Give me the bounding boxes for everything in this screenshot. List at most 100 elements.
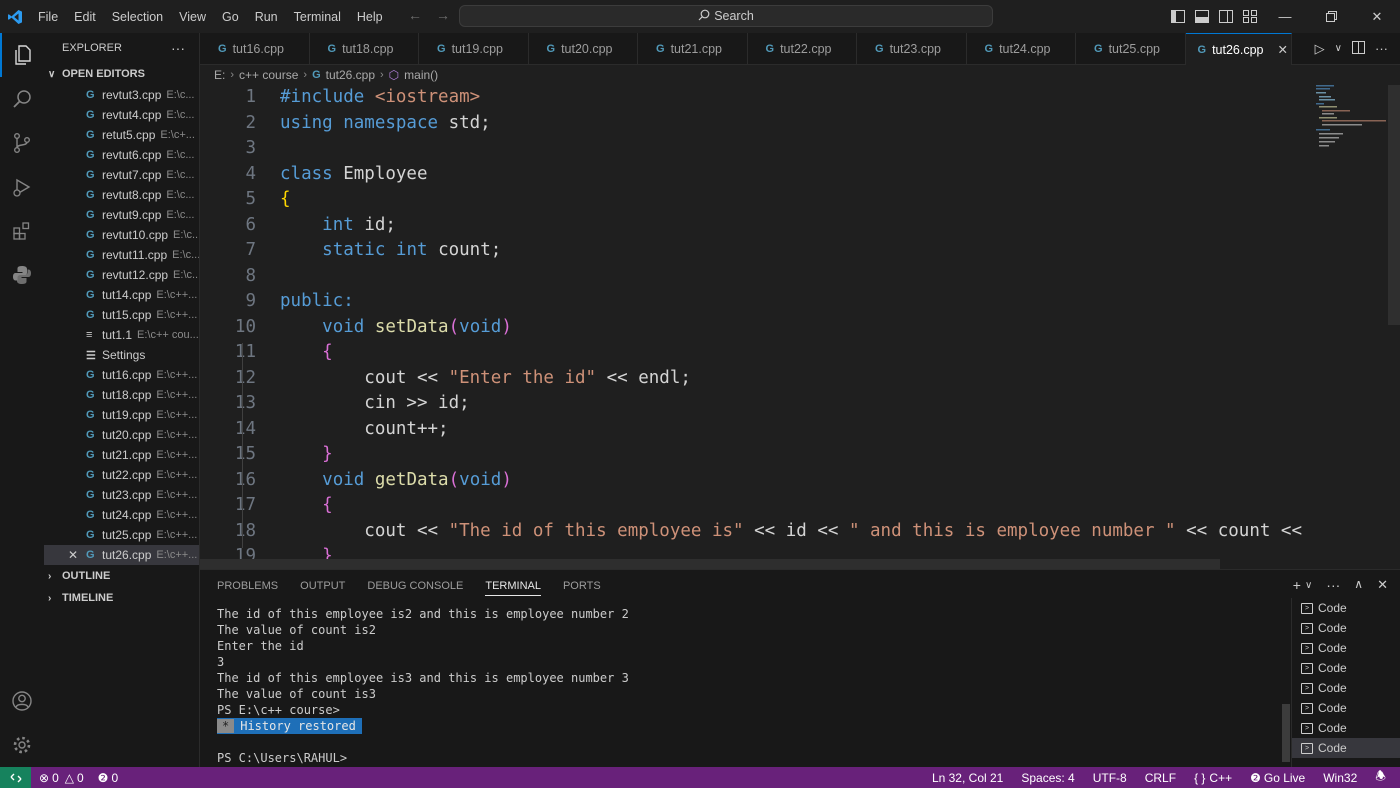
open-editor-item[interactable]: Gtut18.cppE:\c++...: [44, 385, 199, 405]
close-tab-icon[interactable]: ✕: [1278, 42, 1288, 57]
editor-horizontal-scrollbar[interactable]: [200, 559, 1220, 569]
terminal-prompt[interactable]: PS C:\Users\RAHUL>: [217, 750, 1277, 766]
indentation[interactable]: Spaces: 4: [1021, 771, 1074, 785]
code-line[interactable]: cin >> id;: [280, 391, 1310, 417]
open-editor-item[interactable]: Gretut5.cppE:\c+...: [44, 125, 199, 145]
search-icon[interactable]: [0, 77, 44, 121]
tab-ports[interactable]: PORTS: [563, 580, 601, 592]
more-actions-icon[interactable]: ···: [1326, 577, 1340, 593]
outline-header[interactable]: › OUTLINE: [44, 565, 199, 587]
toggle-panel-icon[interactable]: [1190, 0, 1214, 33]
notifications-bell-icon[interactable]: 🕭: [1375, 767, 1386, 788]
end-of-line[interactable]: CRLF: [1145, 771, 1176, 785]
breadcrumb-folder[interactable]: c++ course: [239, 68, 298, 82]
editor-tab[interactable]: Gtut19.cpp: [419, 33, 529, 65]
open-editor-item[interactable]: Grevtut8.cppE:\c...: [44, 185, 199, 205]
terminal-instance-item[interactable]: >Code: [1292, 738, 1400, 758]
chevron-down-icon[interactable]: ∨: [1305, 580, 1312, 593]
ports-indicator[interactable]: ❷ 0: [98, 771, 118, 785]
run-code-icon[interactable]: ▷: [1315, 41, 1325, 57]
open-editor-item[interactable]: Grevtut11.cppE:\c...: [44, 245, 199, 265]
code-line[interactable]: [280, 264, 1310, 290]
open-editor-item[interactable]: Grevtut9.cppE:\c...: [44, 205, 199, 225]
remote-indicator-icon[interactable]: [0, 767, 31, 788]
minimap[interactable]: [1316, 85, 1386, 155]
maximize-panel-icon[interactable]: ∧: [1354, 577, 1363, 593]
code-line[interactable]: int id;: [280, 213, 1310, 239]
terminal-instance-item[interactable]: >Code: [1292, 718, 1400, 738]
editor-tab[interactable]: Gtut21.cpp: [638, 33, 748, 65]
toggle-sidebar-icon[interactable]: [1166, 0, 1190, 33]
code-line[interactable]: [280, 136, 1310, 162]
accounts-icon[interactable]: [0, 679, 44, 723]
open-editor-item[interactable]: Gtut14.cppE:\c++...: [44, 285, 199, 305]
forward-arrow-icon[interactable]: →: [436, 7, 450, 23]
open-editor-item[interactable]: Grevtut6.cppE:\c...: [44, 145, 199, 165]
open-editor-item[interactable]: Gtut22.cppE:\c++...: [44, 465, 199, 485]
explorer-icon[interactable]: [0, 33, 44, 77]
open-editor-item[interactable]: Gtut25.cppE:\c++...: [44, 525, 199, 545]
editor-tab[interactable]: Gtut24.cpp: [967, 33, 1077, 65]
terminal-instance-item[interactable]: >Code: [1292, 658, 1400, 678]
editor-tab[interactable]: Gtut26.cpp✕: [1186, 33, 1292, 65]
menu-go[interactable]: Go: [214, 10, 247, 24]
timeline-header[interactable]: › TIMELINE: [44, 587, 199, 609]
python-icon[interactable]: [0, 253, 44, 297]
menu-terminal[interactable]: Terminal: [286, 10, 349, 24]
code-line[interactable]: {: [280, 493, 1310, 519]
more-actions-icon[interactable]: ···: [171, 40, 185, 56]
command-center-search[interactable]: Search: [459, 5, 993, 27]
terminal-instance-item[interactable]: >Code: [1292, 638, 1400, 658]
close-icon[interactable]: ✕: [1354, 0, 1400, 33]
editor-tab[interactable]: Gtut20.cpp: [529, 33, 639, 65]
encoding[interactable]: UTF-8: [1093, 771, 1127, 785]
code-lines[interactable]: #include <iostream>using namespace std;c…: [280, 85, 1310, 569]
split-editor-icon[interactable]: [1352, 41, 1365, 57]
editor-tab[interactable]: Gtut25.cpp: [1076, 33, 1186, 65]
code-line[interactable]: cout << "Enter the id" << endl;: [280, 366, 1310, 392]
chevron-down-icon[interactable]: ∨: [1335, 43, 1342, 54]
code-line[interactable]: {: [280, 340, 1310, 366]
source-control-icon[interactable]: [0, 121, 44, 165]
new-terminal-icon[interactable]: +: [1293, 577, 1301, 593]
terminal-instance-item[interactable]: >Code: [1292, 598, 1400, 618]
close-panel-icon[interactable]: ✕: [1377, 577, 1388, 593]
tab-debug-console[interactable]: DEBUG CONSOLE: [367, 580, 463, 592]
terminal-instance-item[interactable]: >Code: [1292, 618, 1400, 638]
open-editor-item[interactable]: Gtut24.cppE:\c++...: [44, 505, 199, 525]
platform[interactable]: Win32: [1323, 771, 1357, 785]
more-actions-icon[interactable]: ···: [1375, 41, 1388, 56]
open-editor-item[interactable]: Gtut21.cppE:\c++...: [44, 445, 199, 465]
terminal-instance-item[interactable]: >Code: [1292, 698, 1400, 718]
code-line[interactable]: count++;: [280, 417, 1310, 443]
menu-edit[interactable]: Edit: [66, 10, 104, 24]
open-editor-item[interactable]: Gtut16.cppE:\c++...: [44, 365, 199, 385]
open-editor-item[interactable]: Grevtut4.cppE:\c...: [44, 105, 199, 125]
open-editor-item[interactable]: ☰Settings: [44, 345, 199, 365]
menu-selection[interactable]: Selection: [104, 10, 171, 24]
open-editors-header[interactable]: ∨ OPEN EDITORS: [44, 63, 199, 85]
cursor-position[interactable]: Ln 32, Col 21: [932, 771, 1003, 785]
code-line[interactable]: {: [280, 187, 1310, 213]
open-editor-item[interactable]: Gtut15.cppE:\c++...: [44, 305, 199, 325]
terminal-scrollbar[interactable]: [1282, 606, 1290, 758]
menu-run[interactable]: Run: [247, 10, 286, 24]
code-line[interactable]: class Employee: [280, 162, 1310, 188]
language-mode[interactable]: { } C++: [1194, 771, 1232, 785]
back-arrow-icon[interactable]: ←: [408, 7, 422, 23]
code-line[interactable]: void getData(void): [280, 468, 1310, 494]
breadcrumb-symbol[interactable]: main(): [404, 68, 438, 82]
menu-file[interactable]: File: [30, 10, 66, 24]
open-editor-item[interactable]: ✕Gtut26.cppE:\c++...: [44, 545, 199, 565]
code-line[interactable]: cout << "The id of this employee is" << …: [280, 519, 1310, 545]
editor-tab[interactable]: Gtut22.cpp: [748, 33, 858, 65]
open-editor-item[interactable]: Grevtut10.cppE:\c...: [44, 225, 199, 245]
manage-gear-icon[interactable]: [0, 723, 44, 767]
editor-tab[interactable]: Gtut16.cpp: [200, 33, 310, 65]
code-line[interactable]: void setData(void): [280, 315, 1310, 341]
menu-view[interactable]: View: [171, 10, 214, 24]
restore-icon[interactable]: [1308, 0, 1354, 33]
code-editor[interactable]: 12345678910111213141516171819 #include <…: [200, 85, 1400, 569]
open-editor-item[interactable]: Grevtut12.cppE:\c...: [44, 265, 199, 285]
minimize-icon[interactable]: —: [1262, 0, 1308, 33]
